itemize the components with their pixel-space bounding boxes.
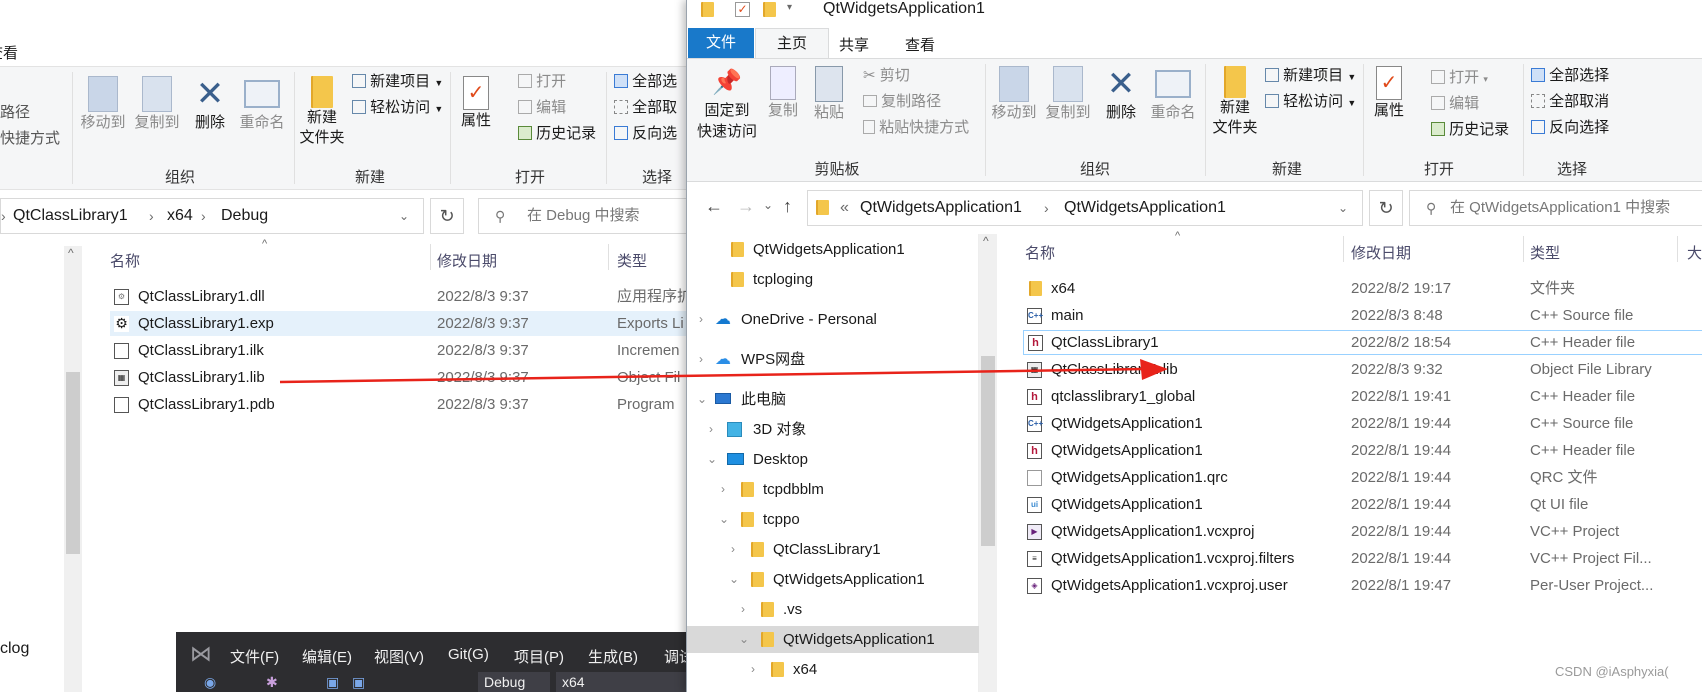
annotation-arrow (279, 359, 1168, 384)
